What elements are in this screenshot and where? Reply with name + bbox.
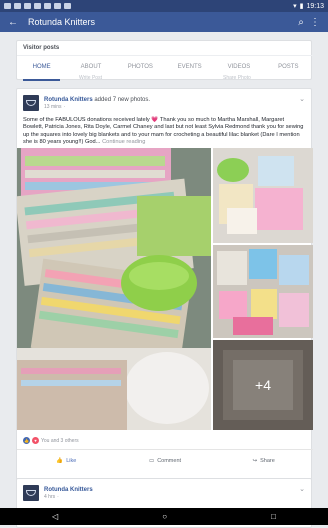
avatar[interactable] <box>23 95 39 111</box>
recents-icon[interactable]: □ <box>271 512 276 521</box>
post-text-body: Some of the FABULOUS donations received … <box>23 117 304 145</box>
reactions-text: You and 3 others <box>41 437 79 444</box>
comment-label: Comment <box>157 457 182 464</box>
continue-reading-link[interactable]: Continue reading <box>102 139 145 145</box>
like-label: Like <box>66 457 77 464</box>
post-card: Rotunda Knitters added 7 new photos. 13 … <box>16 88 313 506</box>
app-bar: ← Rotunda Knitters ⌕ ⋮ <box>0 12 328 32</box>
notification-icon <box>14 3 21 9</box>
avatar[interactable] <box>23 485 39 501</box>
chevron-down-icon[interactable]: ⌄ <box>299 485 305 493</box>
search-icon[interactable]: ⌕ <box>294 17 308 28</box>
more-photos-count: +4 <box>213 340 313 430</box>
battery-icon: ▮ <box>299 3 304 10</box>
status-bar: ▾ ▮ 19:13 <box>0 0 328 12</box>
notification-icon <box>24 3 31 9</box>
post-author[interactable]: Rotunda Knitters <box>44 487 93 493</box>
photo-thumb[interactable] <box>213 245 313 338</box>
page-content: Visitor posts HOME ABOUT PHOTOS EVENTS V… <box>16 32 313 528</box>
tab-home[interactable]: HOME <box>17 56 66 81</box>
page-title: Rotunda Knitters <box>28 17 96 27</box>
thumbs-up-icon: 👍 <box>56 457 64 464</box>
photo-thumb[interactable] <box>213 148 313 243</box>
chevron-down-icon[interactable]: ⌄ <box>299 95 305 103</box>
write-post-label: Write Post <box>79 75 102 81</box>
notification-icon <box>44 3 51 9</box>
home-icon[interactable]: ○ <box>162 512 167 521</box>
visitor-posts-heading: Visitor posts <box>23 45 60 51</box>
wifi-icon: ▾ <box>293 3 297 10</box>
page-tabs: HOME ABOUT PHOTOS EVENTS VIDEOS POSTS <box>17 55 313 81</box>
notification-icon <box>54 3 61 9</box>
like-reaction-icon: 👍 <box>23 437 30 444</box>
photo-thumb-more[interactable]: +4 <box>213 340 313 430</box>
globe-icon: · <box>57 493 59 500</box>
photo-grid: +4 <box>17 148 313 430</box>
notification-icon <box>64 3 71 9</box>
comment-button[interactable]: ▭ Comment <box>116 450 215 471</box>
like-button[interactable]: 👍 Like <box>17 450 116 471</box>
share-icon: ↪ <box>252 457 258 464</box>
share-button[interactable]: ↪ Share <box>214 450 313 471</box>
tab-events[interactable]: EVENTS <box>165 56 214 81</box>
post-time: 13 mins <box>44 103 62 110</box>
comment-icon: ▭ <box>148 457 155 464</box>
post-author[interactable]: Rotunda Knitters <box>44 97 93 103</box>
post-time: 4 hrs <box>44 493 56 500</box>
tab-photos[interactable]: PHOTOS <box>116 56 165 81</box>
clock: 19:13 <box>306 2 324 10</box>
globe-icon: · <box>63 103 66 110</box>
back-icon[interactable]: ◁ <box>52 512 58 521</box>
tab-posts[interactable]: POSTS <box>264 56 313 81</box>
post-action: added 7 new photos. <box>94 96 151 103</box>
share-photo-label: Share Photo <box>223 75 251 81</box>
back-arrow-icon[interactable]: ← <box>6 17 20 28</box>
more-vertical-icon[interactable]: ⋮ <box>308 17 322 28</box>
notification-icon <box>4 3 11 9</box>
reactions-summary[interactable]: 👍 ♥ You and 3 others <box>23 437 79 444</box>
notification-icon <box>34 3 41 9</box>
system-nav-bar: ◁ ○ □ <box>0 508 328 525</box>
page-nav-card: Visitor posts HOME ABOUT PHOTOS EVENTS V… <box>16 40 313 81</box>
love-reaction-icon: ♥ <box>32 437 39 444</box>
share-label: Share <box>260 457 275 464</box>
post-actions: 👍 Like ▭ Comment ↪ Share <box>17 449 313 471</box>
photo-main[interactable] <box>17 148 211 430</box>
post-text: Some of the FABULOUS donations received … <box>17 111 311 146</box>
